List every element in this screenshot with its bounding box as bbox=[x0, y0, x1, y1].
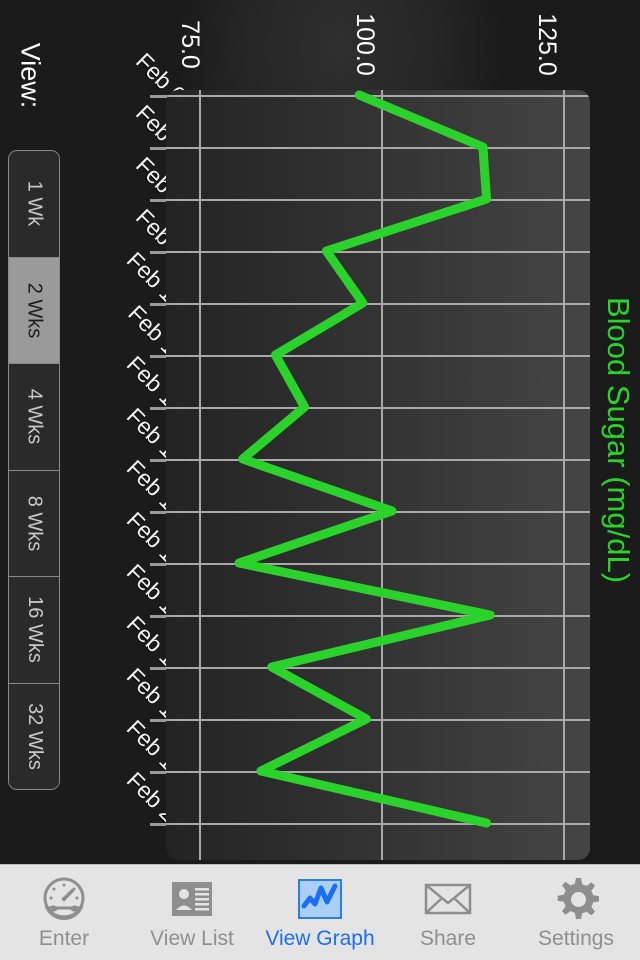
view-range-segmented-control[interactable]: 1 Wk 2 Wks 4 Wks 8 Wks 16 Wks 32 Wks bbox=[8, 150, 60, 790]
tab-settings[interactable]: Settings bbox=[512, 865, 640, 960]
range-option-8-wks[interactable]: 8 Wks bbox=[9, 470, 59, 577]
range-option-label: 16 Wks bbox=[23, 596, 46, 664]
envelope-icon bbox=[422, 875, 474, 923]
value-axis-label: 75.0 bbox=[176, 0, 214, 88]
value-axis-label: 100.0 bbox=[351, 0, 396, 88]
tab-label: Settings bbox=[538, 926, 614, 950]
value-axis-label-text: 125.0 bbox=[533, 12, 562, 76]
line-chart-icon bbox=[294, 875, 346, 923]
range-option-32-wks[interactable]: 32 Wks bbox=[9, 683, 59, 789]
value-axis-title-text: Blood Sugar (mg/dL) bbox=[601, 296, 637, 584]
range-option-label: 4 Wks bbox=[23, 388, 46, 445]
tab-label: View List bbox=[150, 926, 234, 950]
gauge-icon bbox=[38, 875, 90, 923]
range-option-4-wks[interactable]: 4 Wks bbox=[9, 364, 59, 471]
value-axis-labels: 75.0 100.0 125.0 bbox=[160, 0, 600, 88]
range-option-2-wks[interactable]: 2 Wks bbox=[9, 257, 59, 364]
range-option-label: 1 Wk bbox=[23, 180, 46, 227]
tab-share[interactable]: Share bbox=[384, 865, 512, 960]
tab-label: Enter bbox=[38, 926, 90, 950]
view-label: View: bbox=[0, 0, 60, 150]
range-option-1-wk[interactable]: 1 Wk bbox=[9, 151, 59, 258]
app-screen: View: 1 Wk 2 Wks 4 Wks 8 Wks 16 Wks 32 Wks Fe… bbox=[0, 0, 640, 960]
value-axis-label-text: 75.0 bbox=[176, 19, 205, 69]
range-option-label: 2 Wks bbox=[23, 282, 46, 339]
range-option-16-wks[interactable]: 16 Wks bbox=[9, 577, 59, 684]
range-option-label: 32 Wks bbox=[23, 702, 46, 770]
gear-icon bbox=[550, 875, 602, 923]
chart-line-series bbox=[234, 90, 495, 828]
tab-label: View Graph bbox=[265, 926, 375, 950]
tab-enter[interactable]: Enter bbox=[0, 865, 128, 960]
range-option-label: 8 Wks bbox=[23, 495, 46, 552]
view-label-text: View: bbox=[15, 42, 46, 108]
tab-label: Share bbox=[419, 926, 477, 950]
contact-card-icon bbox=[166, 875, 218, 923]
tab-view-list[interactable]: View List bbox=[128, 865, 256, 960]
bottom-tab-bar[interactable]: Enter View List View Graph Share Settings bbox=[0, 864, 640, 960]
chart-plot-area[interactable] bbox=[166, 90, 590, 860]
value-axis-label: 125.0 bbox=[533, 0, 578, 88]
value-axis-title: Blood Sugar (mg/dL) bbox=[596, 120, 640, 760]
tab-view-graph[interactable]: View Graph bbox=[256, 865, 384, 960]
value-axis-label-text: 100.0 bbox=[351, 12, 380, 76]
